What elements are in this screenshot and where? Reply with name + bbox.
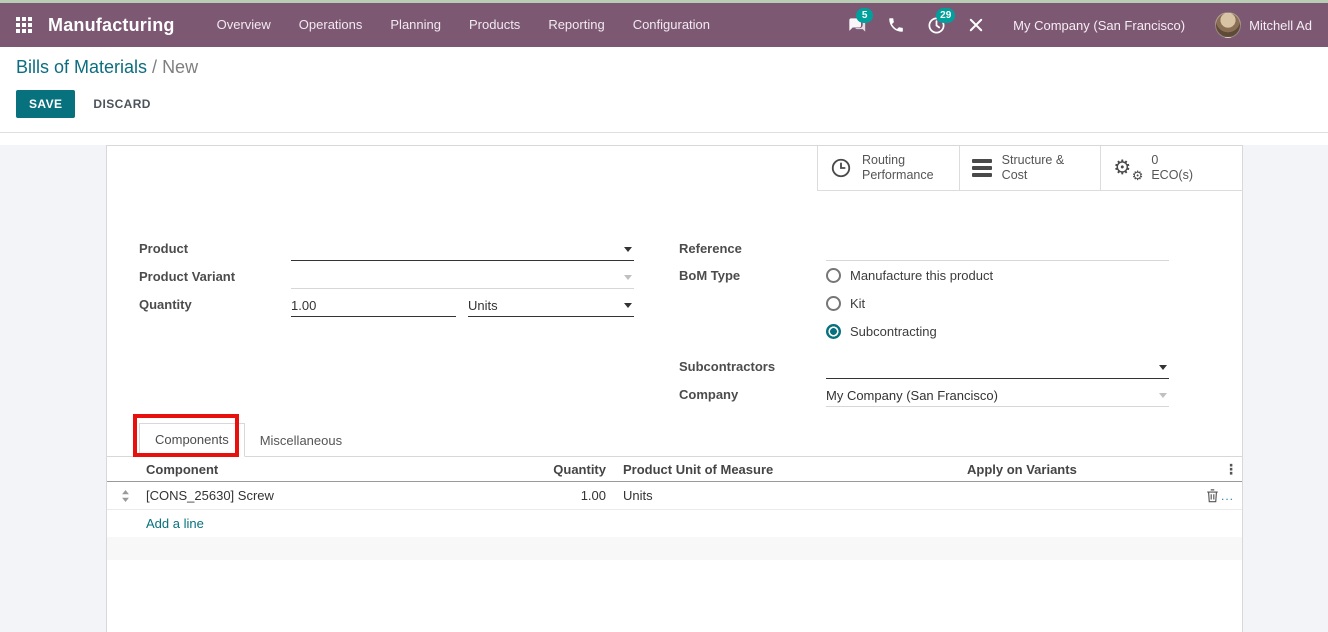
activities-clock-icon[interactable]: 29 — [921, 10, 951, 40]
subcontractors-field-row: Subcontractors — [679, 351, 1176, 379]
product-variant-field-row: Product Variant — [139, 261, 639, 289]
nav-item-planning[interactable]: Planning — [376, 3, 455, 47]
form-sheet: Routing Performance Structure & Cost ⚙⚙ … — [106, 145, 1243, 632]
product-label: Product — [139, 241, 291, 261]
company-switcher[interactable]: My Company (San Francisco) — [1013, 18, 1185, 33]
cell-component[interactable]: [CONS_25630] Screw — [143, 488, 498, 503]
breadcrumb-current: New — [162, 57, 198, 77]
drag-handle-icon[interactable] — [107, 490, 143, 502]
table-header-row: Component Quantity Product Unit of Measu… — [107, 457, 1242, 482]
uom-select[interactable]: Units — [468, 295, 634, 317]
eco-label: 0 ECO(s) — [1151, 153, 1193, 183]
chevron-down-icon — [1159, 393, 1167, 398]
radio-checked-icon[interactable] — [826, 324, 841, 339]
company-label: Company — [679, 387, 826, 407]
gears-icon: ⚙⚙ — [1113, 158, 1141, 178]
cell-quantity[interactable]: 1.00 — [498, 488, 610, 503]
save-button[interactable]: SAVE — [16, 90, 75, 118]
table-row[interactable]: [CONS_25630] Screw 1.00 Units ... — [107, 482, 1242, 510]
quantity-field-row: Quantity Units — [139, 289, 639, 317]
control-panel: Bills of Materials / New SAVE DISCARD — [0, 47, 1328, 133]
structure-cost-label: Structure & Cost — [1002, 153, 1065, 183]
reference-input-wrap — [826, 239, 1169, 261]
tab-miscellaneous[interactable]: Miscellaneous — [245, 425, 357, 457]
breadcrumb: Bills of Materials / New — [16, 57, 1312, 78]
add-line-row: Add a line — [107, 510, 1242, 537]
user-menu[interactable]: Mitchell Ad — [1215, 12, 1312, 38]
stat-button-box: Routing Performance Structure & Cost ⚙⚙ … — [817, 146, 1242, 191]
bom-type-row: BoM Type Manufacture this product — [679, 261, 1176, 289]
user-name: Mitchell Ad — [1249, 18, 1312, 33]
discard-button[interactable]: DISCARD — [93, 97, 150, 111]
components-table: Component Quantity Product Unit of Measu… — [107, 457, 1242, 560]
form-area: Product Product Variant Quantity — [107, 191, 1242, 423]
messages-badge: 5 — [856, 8, 873, 23]
notebook-tabs: Components Miscellaneous — [107, 423, 1242, 457]
systray: 5 29 — [841, 10, 991, 40]
structure-cost-button[interactable]: Structure & Cost — [959, 146, 1101, 190]
nav-item-configuration[interactable]: Configuration — [619, 3, 724, 47]
quantity-input[interactable] — [291, 298, 456, 313]
row-ellipsis: ... — [1221, 489, 1234, 503]
quantity-label: Quantity — [139, 297, 291, 317]
header-apply-on-variants[interactable]: Apply on Variants — [949, 462, 1182, 477]
product-variant-select[interactable] — [291, 267, 634, 289]
content-background: Routing Performance Structure & Cost ⚙⚙ … — [0, 145, 1328, 632]
bom-type-row-kit: Kit — [679, 289, 1176, 317]
radio-icon[interactable] — [826, 296, 841, 311]
company-select[interactable]: My Company (San Francisco) — [826, 385, 1169, 407]
activities-badge: 29 — [936, 8, 955, 23]
routing-performance-button[interactable]: Routing Performance — [817, 146, 959, 190]
reference-label: Reference — [679, 241, 826, 261]
app-title[interactable]: Manufacturing — [48, 15, 175, 36]
empty-row-stripe — [107, 537, 1242, 560]
tab-components[interactable]: Components — [139, 423, 245, 457]
eco-button[interactable]: ⚙⚙ 0 ECO(s) — [1100, 146, 1242, 190]
bom-type-label: BoM Type — [679, 268, 826, 283]
tools-icon[interactable] — [961, 10, 991, 40]
radio-icon[interactable] — [826, 268, 841, 283]
routing-performance-label: Routing Performance — [862, 153, 934, 183]
user-avatar — [1215, 12, 1241, 38]
product-field-row: Product — [139, 233, 639, 261]
chevron-down-icon — [1159, 365, 1167, 370]
breadcrumb-parent-link[interactable]: Bills of Materials — [16, 57, 147, 77]
header-uom[interactable]: Product Unit of Measure — [610, 462, 949, 477]
subcontractors-label: Subcontractors — [679, 359, 826, 379]
quantity-input-wrap — [291, 295, 456, 317]
bars-icon — [972, 159, 992, 177]
phone-icon[interactable] — [881, 10, 911, 40]
reference-field-row: Reference — [679, 233, 1176, 261]
radio-kit[interactable]: Kit — [826, 289, 865, 318]
apps-grid-icon[interactable] — [16, 17, 32, 33]
bom-type-row-subcontracting: Subcontracting — [679, 317, 1176, 345]
radio-subcontracting[interactable]: Subcontracting — [826, 317, 937, 346]
company-field-row: Company My Company (San Francisco) — [679, 379, 1176, 407]
nav-item-products[interactable]: Products — [455, 3, 534, 47]
product-variant-label: Product Variant — [139, 269, 291, 289]
header-quantity[interactable]: Quantity — [498, 462, 610, 477]
main-navbar: Manufacturing Overview Operations Planni… — [0, 3, 1328, 47]
add-a-line-link[interactable]: Add a line — [146, 516, 204, 531]
clock-icon — [830, 157, 852, 179]
nav-menu: Overview Operations Planning Products Re… — [203, 3, 724, 47]
cell-uom[interactable]: Units — [610, 488, 949, 503]
reference-input[interactable] — [826, 242, 1169, 257]
optional-columns-icon[interactable]: ⋮ — [1224, 462, 1238, 476]
subcontractors-select[interactable] — [826, 357, 1169, 379]
chevron-down-icon — [624, 247, 632, 252]
nav-item-overview[interactable]: Overview — [203, 3, 285, 47]
chevron-down-icon — [624, 303, 632, 308]
radio-manufacture[interactable]: Manufacture this product — [826, 261, 993, 290]
product-select[interactable] — [291, 239, 634, 261]
delete-row-trash-icon[interactable] — [1206, 489, 1219, 503]
chevron-down-icon — [624, 275, 632, 280]
header-component[interactable]: Component — [107, 462, 498, 477]
nav-item-operations[interactable]: Operations — [285, 3, 377, 47]
nav-item-reporting[interactable]: Reporting — [534, 3, 618, 47]
breadcrumb-separator: / — [147, 57, 162, 77]
messages-icon[interactable]: 5 — [841, 10, 871, 40]
button-box-row: Routing Performance Structure & Cost ⚙⚙ … — [107, 146, 1242, 191]
